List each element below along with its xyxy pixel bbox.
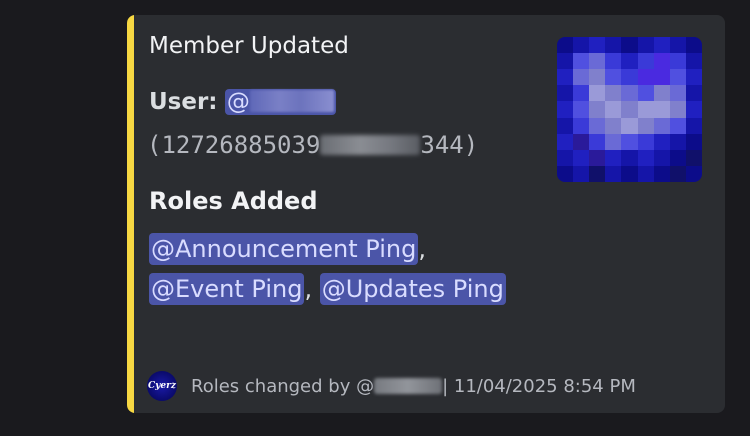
thumbnail-avatar-icon[interactable] bbox=[557, 37, 702, 182]
redacted-moderator bbox=[374, 377, 443, 394]
embed-footer: Cyerz Roles changed by @ | 11/04/2025 8:5… bbox=[147, 371, 636, 401]
user-id-prefix: (12726885039 bbox=[147, 131, 321, 159]
roles-added-title: Roles Added bbox=[149, 187, 318, 215]
embed-accent-bar bbox=[127, 15, 134, 413]
footer-timestamp: | 11/04/2025 8:54 PM bbox=[442, 375, 636, 397]
embed-card: Member Updated User: @ (12726885039 344) … bbox=[127, 15, 725, 413]
footer-logo-icon: Cyerz bbox=[147, 371, 177, 401]
user-line: User: @ bbox=[149, 89, 336, 115]
footer-text: Roles changed by @ | 11/04/2025 8:54 PM bbox=[191, 376, 636, 397]
footer-text-prefix: Roles changed by @ bbox=[191, 375, 375, 397]
role-mention-event-ping[interactable]: @Event Ping bbox=[149, 273, 305, 305]
redacted-username bbox=[249, 90, 334, 112]
user-id: (12726885039 344) bbox=[147, 131, 478, 159]
role-mention-announcement-ping[interactable]: @Announcement Ping bbox=[149, 233, 419, 265]
role-separator: , bbox=[304, 275, 313, 303]
user-id-suffix: 344) bbox=[420, 131, 479, 159]
role-mention-updates-ping[interactable]: @Updates Ping bbox=[319, 273, 506, 305]
user-mention[interactable]: @ bbox=[224, 89, 336, 115]
roles-list: @Announcement Ping, @Event Ping, @Update… bbox=[149, 229, 529, 309]
redacted-user-id bbox=[320, 135, 421, 155]
user-mention-prefix: @ bbox=[226, 89, 250, 115]
user-label: User: bbox=[149, 89, 218, 115]
role-separator: , bbox=[418, 235, 426, 263]
embed-title: Member Updated bbox=[149, 33, 349, 59]
